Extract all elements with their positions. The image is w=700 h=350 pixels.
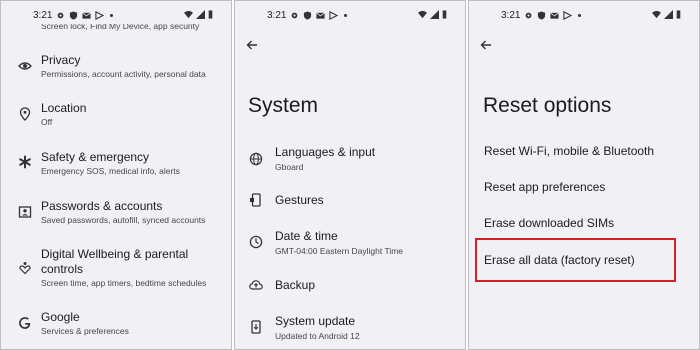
status-time: 3:21 bbox=[267, 10, 287, 21]
page-title: System bbox=[248, 94, 319, 117]
mail-icon bbox=[550, 11, 560, 20]
signal-icon bbox=[196, 10, 205, 19]
status-bar: 3:21 bbox=[235, 1, 465, 29]
system-item-title: System update bbox=[275, 314, 356, 328]
settings-panel-main: 3:21 Screen lock, Find My Device, app se… bbox=[0, 0, 232, 350]
system-item-system-update[interactable]: System update Updated to Android 12 bbox=[235, 313, 465, 349]
battery-icon bbox=[442, 10, 447, 19]
clock-icon bbox=[249, 235, 263, 249]
factory-reset-highlight bbox=[475, 238, 676, 282]
system-item-title: Languages & input bbox=[275, 145, 376, 159]
eye-icon bbox=[18, 59, 32, 73]
battery-icon bbox=[208, 10, 213, 19]
settings-item-digital-wellbeing[interactable]: Digital Wellbeing & parental controls Sc… bbox=[1, 245, 231, 295]
asterisk-icon bbox=[18, 155, 32, 169]
settings-item-title: Passwords & accounts bbox=[41, 199, 163, 213]
settings-item-subtitle: Permissions, account activity, personal … bbox=[41, 69, 206, 79]
cast-icon bbox=[563, 11, 573, 20]
system-item-title: Gestures bbox=[275, 193, 324, 207]
notification-dot-icon bbox=[110, 14, 114, 17]
settings-item-passwords[interactable]: Passwords & accounts Saved passwords, au… bbox=[1, 197, 231, 233]
mail-icon bbox=[316, 11, 326, 20]
system-item-gestures[interactable]: Gestures bbox=[235, 191, 465, 215]
gear-icon bbox=[524, 11, 533, 20]
system-item-subtitle: Updated to Android 12 bbox=[275, 331, 360, 341]
system-item-backup[interactable]: Backup bbox=[235, 276, 465, 300]
settings-item-subtitle: Screen time, app timers, bedtime schedul… bbox=[41, 278, 207, 288]
signal-icon bbox=[664, 10, 673, 19]
erase-downloaded-sims-option[interactable]: Erase downloaded SIMs bbox=[484, 216, 614, 230]
settings-item-title: Privacy bbox=[41, 53, 81, 67]
shield-icon bbox=[303, 11, 312, 20]
notification-dot-icon bbox=[344, 14, 348, 17]
system-item-subtitle: GMT-04:00 Eastern Daylight Time bbox=[275, 246, 404, 256]
reset-app-preferences-option[interactable]: Reset app preferences bbox=[484, 180, 605, 194]
settings-item-title: Digital Wellbeing & parental bbox=[41, 247, 189, 261]
location-pin-icon bbox=[18, 107, 32, 121]
settings-item-title: Safety & emergency bbox=[41, 150, 150, 164]
wifi-icon bbox=[418, 10, 427, 19]
system-item-subtitle: Gboard bbox=[275, 162, 304, 172]
reset-wifi-mobile-bluetooth-option[interactable]: Reset Wi-Fi, mobile & Bluetooth bbox=[484, 144, 654, 158]
settings-item-title: Location bbox=[41, 101, 87, 115]
cloud-backup-icon bbox=[249, 278, 263, 292]
settings-item-subtitle: Emergency SOS, medical info, alerts bbox=[41, 166, 180, 176]
globe-icon bbox=[249, 152, 263, 166]
settings-item-subtitle: Off bbox=[41, 117, 53, 127]
wifi-icon bbox=[652, 10, 661, 19]
mail-icon bbox=[82, 11, 92, 20]
settings-item-location[interactable]: Location Off bbox=[1, 99, 231, 135]
system-item-date-time[interactable]: Date & time GMT-04:00 Eastern Daylight T… bbox=[235, 228, 465, 264]
system-settings-panel: 3:21 System Languages & input Gboard Ges… bbox=[234, 0, 466, 350]
shield-icon bbox=[69, 11, 78, 20]
phone-gesture-icon bbox=[249, 193, 263, 207]
page-title: Reset options bbox=[483, 94, 612, 117]
heart-person-icon bbox=[18, 261, 32, 275]
status-time: 3:21 bbox=[501, 10, 521, 21]
battery-icon bbox=[676, 10, 681, 19]
system-item-languages[interactable]: Languages & input Gboard bbox=[235, 144, 465, 180]
signal-icon bbox=[430, 10, 439, 19]
settings-item-subtitle: Saved passwords, autofill, synced accoun… bbox=[41, 215, 206, 225]
phone-update-icon bbox=[249, 320, 263, 334]
reset-options-panel: 3:21 Reset options Reset Wi-Fi, mobile &… bbox=[468, 0, 700, 350]
back-arrow-icon[interactable] bbox=[479, 38, 493, 52]
system-item-title: Backup bbox=[275, 278, 316, 292]
status-bar: 3:21 bbox=[469, 1, 699, 29]
notification-dot-icon bbox=[578, 14, 582, 17]
settings-item-safety[interactable]: Safety & emergency Emergency SOS, medica… bbox=[1, 148, 231, 184]
system-item-title: Date & time bbox=[275, 229, 338, 243]
wifi-icon bbox=[184, 10, 193, 19]
settings-item-subtitle: Services & preferences bbox=[41, 326, 129, 336]
settings-item-google[interactable]: Google Services & preferences bbox=[1, 308, 231, 344]
gear-icon bbox=[290, 11, 299, 20]
google-g-icon bbox=[18, 316, 32, 330]
settings-item-privacy[interactable]: Privacy Permissions, account activity, p… bbox=[1, 51, 231, 87]
settings-item-title: Google bbox=[41, 310, 80, 324]
settings-item-title-line2: controls bbox=[41, 262, 84, 276]
account-box-icon bbox=[18, 205, 32, 219]
status-time: 3:21 bbox=[33, 10, 53, 21]
back-arrow-icon[interactable] bbox=[245, 38, 259, 52]
shield-icon bbox=[537, 11, 546, 20]
cast-icon bbox=[95, 11, 105, 20]
cast-icon bbox=[329, 11, 339, 20]
gear-icon bbox=[56, 11, 65, 20]
